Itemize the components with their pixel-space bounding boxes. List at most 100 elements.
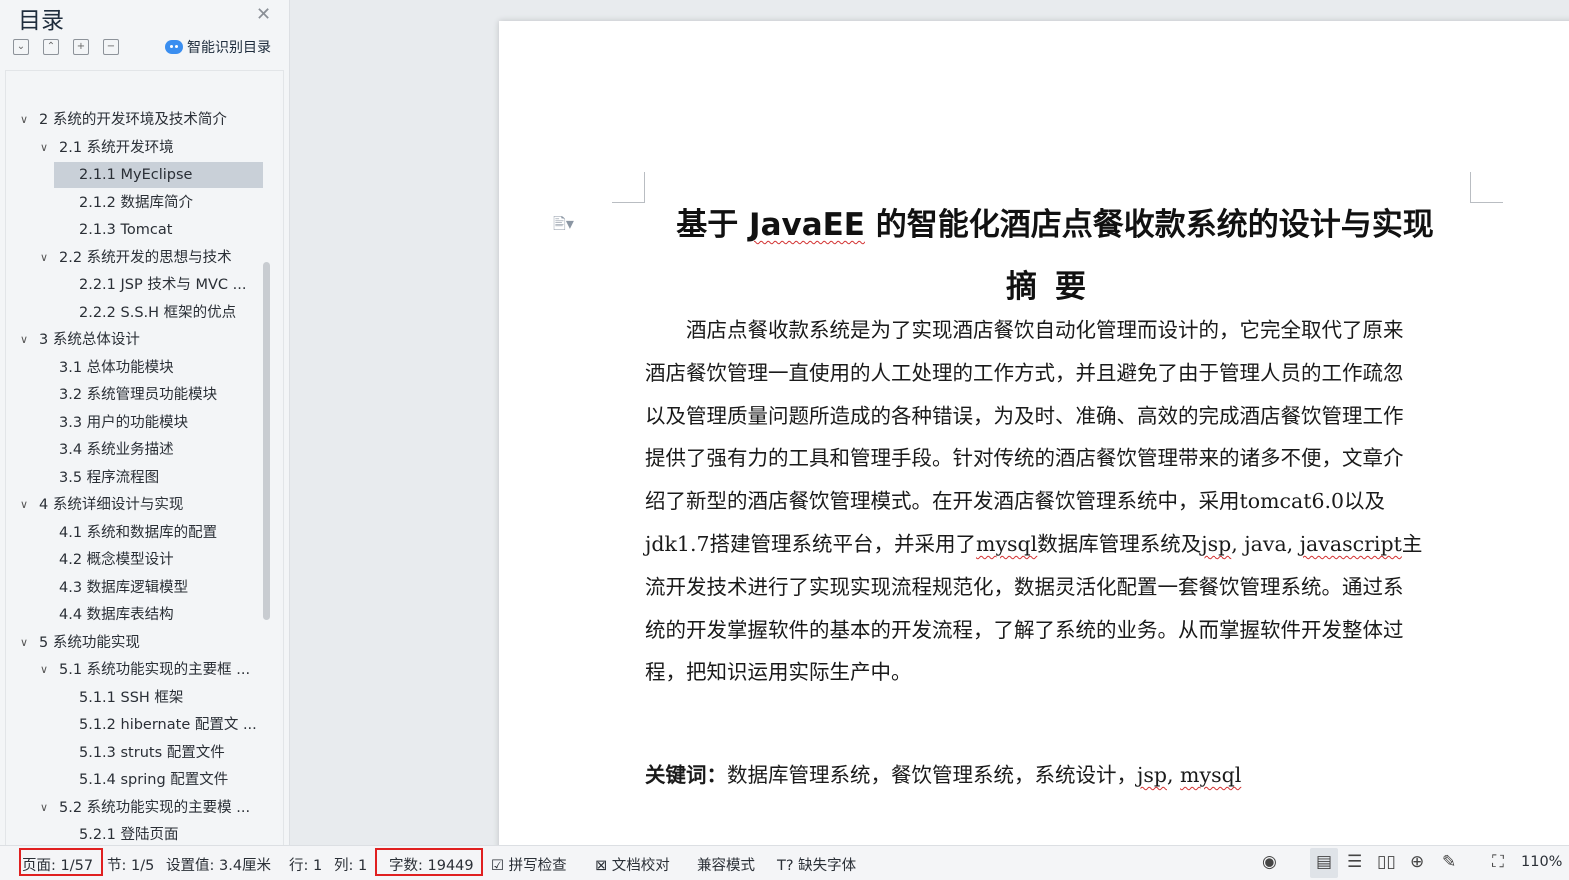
toc-item[interactable]: 5.1.2 hibernate 配置文 ...: [6, 712, 266, 738]
toc-item-label: 2.2.1 JSP 技术与 MVC ...: [79, 277, 247, 293]
abstract-line: 流开发技术进行了实现实现流程规范化，数据灵活化配置一套餐饮管理系统。通过系: [645, 572, 1404, 602]
reading-view-icon[interactable]: ▯▯: [1377, 852, 1396, 872]
row-indicator[interactable]: 行: 1: [289, 854, 322, 875]
toc-item[interactable]: 4.3 数据库逻辑模型: [6, 575, 266, 601]
toc-item[interactable]: ∨ 2.2 系统开发的思想与技术: [6, 245, 266, 271]
toc-item[interactable]: 5.1.1 SSH 框架: [6, 685, 266, 711]
toc-item[interactable]: ∨ 4 系统详细设计与实现: [6, 492, 266, 518]
toc-item[interactable]: ∨ 2.1 系统开发环境: [6, 135, 266, 161]
compat-mode-label[interactable]: 兼容模式: [697, 854, 755, 875]
web-view-icon[interactable]: ⊕: [1410, 852, 1424, 872]
toc-item[interactable]: 4.4 数据库表结构: [6, 602, 266, 628]
toc-item-label: 5.1.2 hibernate 配置文 ...: [79, 717, 257, 733]
title-part: 的智能化酒店点餐收款系统的设计与实现: [864, 207, 1434, 243]
toc-item-label: 5.2.1 登陆页面: [79, 827, 179, 843]
toc-item[interactable]: 2.1.1 MyEclipse: [54, 162, 263, 188]
missing-fonts-button[interactable]: T? 缺失字体: [777, 854, 856, 875]
toc-item[interactable]: 3.5 程序流程图: [6, 465, 266, 491]
line-text: 酒店点餐收款系统是为了实现酒店餐饮自动化管理而设计的，它完全取代了原来: [645, 318, 1404, 342]
abstract-line: 程，把知识运用实际生产中。: [645, 657, 912, 687]
toc-item[interactable]: 2.2.2 S.S.H 框架的优点: [6, 300, 266, 326]
page-view-icon[interactable]: ▤: [1316, 852, 1332, 872]
expand-all-icon[interactable]: ⌄: [13, 39, 29, 55]
toc-item-label: 2 系统的开发环境及技术简介: [39, 112, 227, 128]
ai-assistant-icon: [165, 40, 183, 54]
document-page[interactable]: 🖹▾ 基于 JavaEE 的智能化酒店点餐收款系统的设计与实现 摘要 酒店点餐收…: [499, 21, 1569, 845]
word-count[interactable]: 字数: 19449: [389, 854, 474, 875]
keywords-label: 关键词：: [645, 763, 727, 787]
status-bar: 页面: 1/57 节: 1/5 设置值: 3.4厘米 行: 1 列: 1 字数:…: [0, 845, 1569, 880]
font-warning-icon: T?: [777, 858, 794, 874]
chevron-down-icon[interactable]: ∨: [20, 492, 28, 518]
toc-item[interactable]: 3.4 系统业务描述: [6, 437, 266, 463]
toc-item[interactable]: 3.2 系统管理员功能模块: [6, 382, 266, 408]
toc-item-label: 3.5 程序流程图: [59, 469, 160, 486]
toc-item[interactable]: 2.2.1 JSP 技术与 MVC ...: [6, 272, 266, 298]
toc-item-label: 4.1 系统和数据库的配置: [59, 524, 218, 541]
line-text: 绍了新型的酒店餐饮管理模式。在开发酒店餐饮管理系统中，采用tomcat6.0以及: [645, 489, 1386, 514]
spellcheck-word: mysql: [976, 532, 1038, 556]
toc-list-container: ∨ 2 系统的开发环境及技术简介 ∨ 2.1 系统开发环境 2.1.1 MyEclips…: [5, 70, 284, 847]
fullscreen-icon[interactable]: ⛶: [1492, 852, 1504, 872]
toc-item[interactable]: ∨ 5 系统功能实现: [6, 630, 266, 656]
write-view-icon[interactable]: ✎: [1442, 852, 1456, 872]
toc-item-label: 4.3 数据库逻辑模型: [59, 579, 189, 596]
toc-item[interactable]: 2.1.2 数据库简介: [6, 190, 266, 216]
toc-item-label: 4 系统详细设计与实现: [39, 497, 184, 513]
smart-toc-button[interactable]: 智能识别目录: [165, 37, 271, 57]
close-icon[interactable]: ✕: [256, 4, 271, 25]
abstract-line: jdk1.7搭建管理系统平台，并采用了mysql数据库管理系统及jsp, jav…: [645, 529, 1422, 559]
abstract-line: 绍了新型的酒店餐饮管理模式。在开发酒店餐饮管理系统中，采用tomcat6.0以及: [645, 486, 1385, 516]
paragraph-icon[interactable]: 🖹▾: [553, 213, 574, 240]
section-indicator[interactable]: 节: 1/5: [107, 854, 154, 875]
toc-item-label: 5.1.4 spring 配置文件: [79, 772, 229, 788]
chevron-down-icon[interactable]: ∨: [40, 245, 48, 271]
abstract-line: 酒店餐饮管理一直使用的人工处理的工作方式，并且避免了由于管理人员的工作疏忽: [645, 358, 1404, 388]
toc-item-label: 2.1.1 MyEclipse: [79, 167, 193, 183]
line-text: 酒店餐饮管理一直使用的人工处理的工作方式，并且避免了由于管理人员的工作疏忽: [645, 360, 1404, 385]
chevron-down-icon[interactable]: ∨: [40, 135, 48, 161]
keywords-line: 关键词：数据库管理系统，餐饮管理系统，系统设计，jsp, mysql: [645, 758, 1241, 788]
eye-protection-icon[interactable]: ◉: [1262, 852, 1277, 872]
toc-item[interactable]: 2.1.3 Tomcat: [6, 217, 266, 243]
line-text: 以及管理质量问题所造成的各种错误，为及时、准确、高效的完成酒店餐饮管理工作: [645, 403, 1404, 428]
toc-item[interactable]: 5.1.4 spring 配置文件: [6, 767, 266, 793]
toc-item-label: 3.4 系统业务描述: [59, 442, 174, 458]
setting-indicator[interactable]: 设置值: 3.4厘米: [166, 854, 271, 875]
toc-item[interactable]: 4.1 系统和数据库的配置: [6, 520, 266, 546]
title-spellcheck-word: JavaEE: [749, 207, 865, 243]
outline-view-icon[interactable]: ☰: [1347, 852, 1362, 872]
remove-level-icon[interactable]: −: [103, 39, 119, 55]
collapse-all-icon[interactable]: ⌃: [43, 39, 59, 55]
spell-check-label: 拼写检查: [508, 858, 567, 874]
toc-item[interactable]: 5.1.3 struts 配置文件: [6, 740, 266, 766]
zoom-level[interactable]: 110%: [1521, 854, 1562, 870]
line-text: 统的开发掌握软件的基本的开发流程，了解了系统的业务。从而掌握软件开发整体过: [645, 617, 1404, 642]
toc-item-label: 3.3 用户的功能模块: [59, 414, 189, 431]
chevron-down-icon[interactable]: ∨: [20, 107, 28, 133]
chevron-down-icon[interactable]: ∨: [20, 630, 28, 656]
page-indicator[interactable]: 页面: 1/57: [22, 854, 93, 875]
toc-item[interactable]: ∨ 5.1 系统功能实现的主要框 ...: [6, 657, 266, 683]
add-level-icon[interactable]: +: [73, 39, 89, 55]
toc-item[interactable]: 3.1 总体功能模块: [6, 355, 266, 381]
document-area: 🖹▾ 基于 JavaEE 的智能化酒店点餐收款系统的设计与实现 摘要 酒店点餐收…: [290, 0, 1569, 845]
chevron-down-icon[interactable]: ∨: [20, 327, 28, 353]
toc-item[interactable]: ∨ 3 系统总体设计: [6, 327, 266, 353]
chevron-down-icon[interactable]: ∨: [40, 795, 48, 821]
toc-scrollbar[interactable]: [263, 262, 270, 620]
chevron-down-icon[interactable]: ∨: [40, 657, 48, 683]
abstract-line: 酒店点餐收款系统是为了实现酒店餐饮自动化管理而设计的，它完全取代了原来: [645, 315, 1404, 345]
toc-item[interactable]: 3.3 用户的功能模块: [6, 410, 266, 436]
doc-proof-button[interactable]: ⊠ 文档校对: [595, 854, 670, 875]
toc-item[interactable]: ∨ 5.2 系统功能实现的主要模 ...: [6, 795, 266, 821]
toc-item[interactable]: ∨ 2 系统的开发环境及技术简介: [6, 107, 266, 133]
proof-icon: ⊠: [595, 858, 608, 874]
toc-item-label: 5.2 系统功能实现的主要模 ...: [59, 799, 251, 816]
spell-check-button[interactable]: ☑ 拼写检查: [491, 854, 567, 875]
toc-item-label: 5.1.3 struts 配置文件: [79, 744, 225, 761]
toc-item[interactable]: 5.2.1 登陆页面: [6, 822, 266, 846]
toc-item-label: 3 系统总体设计: [39, 332, 140, 348]
toc-item[interactable]: 4.2 概念模型设计: [6, 547, 266, 573]
column-indicator[interactable]: 列: 1: [334, 854, 367, 875]
